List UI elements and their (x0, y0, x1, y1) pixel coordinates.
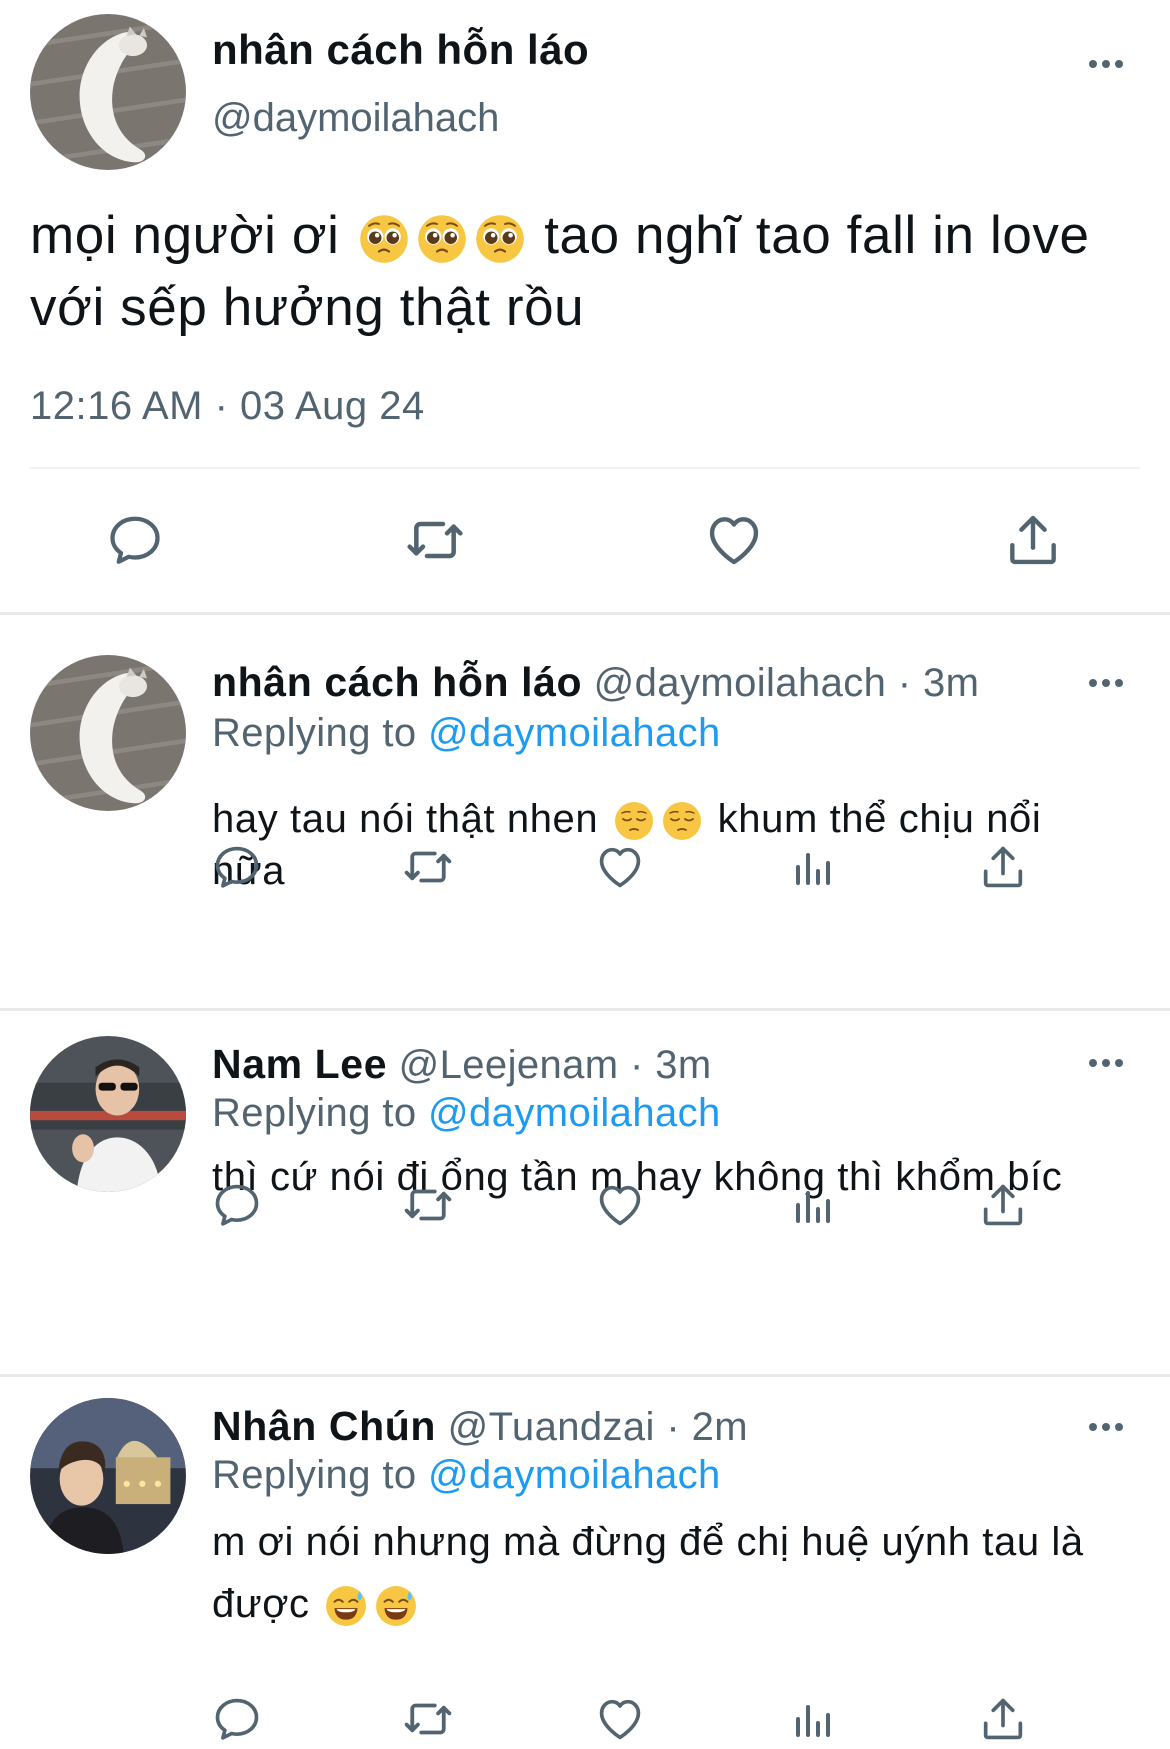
share-icon (1002, 509, 1064, 571)
more-icon (1089, 1423, 1097, 1431)
reply-text-part1: hay tau nói thật nhen (212, 797, 599, 841)
pleading-face-icon (475, 214, 525, 264)
author-name[interactable]: nhân cách hỗn láo (212, 659, 582, 705)
replying-label: Replying to (212, 1453, 417, 1497)
share-icon (977, 1693, 1029, 1745)
avatar[interactable] (30, 14, 186, 170)
replying-label: Replying to (212, 711, 417, 755)
pleading-face-icon (359, 214, 409, 264)
more-icon (1089, 679, 1097, 687)
main-tweet: nhân cách hỗn láo @daymoilahach mọi ngườ… (0, 0, 1170, 612)
reply-time: 3m (923, 661, 980, 705)
like-icon (703, 509, 765, 571)
replying-to-link[interactable]: @daymoilahach (428, 711, 721, 755)
author-handle[interactable]: @Leejenam (399, 1043, 619, 1087)
author-name[interactable]: nhân cách hỗn láo (212, 26, 589, 74)
pensive-face-icon (614, 801, 654, 841)
more-icon (1089, 1059, 1097, 1067)
share-icon (977, 1179, 1029, 1231)
reply-button[interactable] (209, 839, 265, 895)
reply-icon (211, 1693, 263, 1745)
share-button[interactable] (975, 1691, 1031, 1747)
tweet-text: mọi người ơi tao nghĩ tao fall in love v… (30, 200, 1150, 344)
reply-icon (211, 1179, 263, 1231)
tweet-text-part1: mọi người ơi (30, 206, 340, 265)
cat-avatar-icon (30, 14, 186, 170)
more-options-button[interactable] (1078, 663, 1134, 703)
share-button[interactable] (1001, 508, 1065, 572)
cat-avatar-icon (30, 655, 186, 811)
reply-header: Nam Lee @Leejenam · 3m (212, 1041, 712, 1087)
replying-to-link[interactable]: @daymoilahach (428, 1091, 721, 1135)
like-button[interactable] (592, 1691, 648, 1747)
like-button[interactable] (592, 1177, 648, 1233)
avatar[interactable] (30, 1036, 186, 1192)
replying-label: Replying to (212, 1091, 417, 1135)
retweet-button[interactable] (400, 1691, 456, 1747)
like-button[interactable] (592, 839, 648, 895)
divider (30, 467, 1140, 469)
retweet-button[interactable] (400, 1177, 456, 1233)
replying-to-link[interactable]: @daymoilahach (428, 1453, 721, 1497)
tweet-timestamp[interactable]: 12:16 AM · 03 Aug 24 (30, 384, 425, 429)
author-handle[interactable]: @daymoilahach (212, 96, 499, 141)
reply-button[interactable] (209, 1177, 265, 1233)
author-handle[interactable]: @daymoilahach (594, 661, 887, 705)
reply-tweet[interactable]: Nam Lee @Leejenam · 3m Replying to @daym… (0, 1011, 1170, 1373)
retweet-icon (403, 508, 467, 572)
share-icon (977, 841, 1029, 893)
share-button[interactable] (975, 839, 1031, 895)
retweet-button[interactable] (403, 508, 467, 572)
like-icon (594, 1179, 646, 1231)
share-button[interactable] (975, 1177, 1031, 1233)
reply-icon (211, 841, 263, 893)
views-icon (788, 1183, 836, 1231)
author-name[interactable]: Nam Lee (212, 1041, 387, 1087)
views-icon (788, 845, 836, 893)
reply-button[interactable] (103, 508, 167, 572)
reply-time: 3m (655, 1043, 712, 1087)
pensive-face-icon (662, 801, 702, 841)
retweet-icon (401, 1178, 455, 1232)
reply-time: 2m (691, 1405, 748, 1449)
avatar[interactable] (30, 1398, 186, 1554)
reply-tweet[interactable]: nhân cách hỗn láo @daymoilahach · 3m Rep… (0, 615, 1170, 1007)
author-handle[interactable]: @Tuandzai (448, 1405, 655, 1449)
person-avatar-icon (30, 1398, 186, 1554)
reply-text: m ơi nói nhưng mà đừng để chị huệ uýnh t… (212, 1511, 1112, 1635)
author-name[interactable]: Nhân Chún (212, 1403, 436, 1449)
like-icon (594, 841, 646, 893)
avatar[interactable] (30, 655, 186, 811)
reply-header: nhân cách hỗn láo @daymoilahach · 3m (212, 659, 980, 705)
retweet-icon (401, 840, 455, 894)
like-button[interactable] (702, 508, 766, 572)
replying-to: Replying to @daymoilahach (212, 1453, 721, 1498)
more-options-button[interactable] (1078, 1043, 1134, 1083)
reply-button[interactable] (209, 1691, 265, 1747)
reply-header: Nhân Chún @Tuandzai · 2m (212, 1403, 748, 1449)
views-button[interactable] (784, 1179, 840, 1235)
person-avatar-icon (30, 1036, 186, 1192)
pleading-face-icon (417, 214, 467, 264)
grinning-sweat-face-icon (375, 1585, 417, 1627)
retweet-button[interactable] (400, 839, 456, 895)
like-icon (594, 1693, 646, 1745)
replying-to: Replying to @daymoilahach (212, 1091, 721, 1136)
more-icon (1089, 60, 1097, 68)
views-icon (788, 1697, 836, 1745)
reply-tweet[interactable]: Nhân Chún @Tuandzai · 2m Replying to @da… (0, 1377, 1170, 1731)
grinning-sweat-face-icon (325, 1585, 367, 1627)
views-button[interactable] (784, 1693, 840, 1749)
reply-icon (105, 510, 165, 570)
more-options-button[interactable] (1078, 1407, 1134, 1447)
views-button[interactable] (784, 841, 840, 897)
retweet-icon (401, 1692, 455, 1746)
replying-to: Replying to @daymoilahach (212, 711, 721, 756)
more-options-button[interactable] (1078, 44, 1134, 84)
